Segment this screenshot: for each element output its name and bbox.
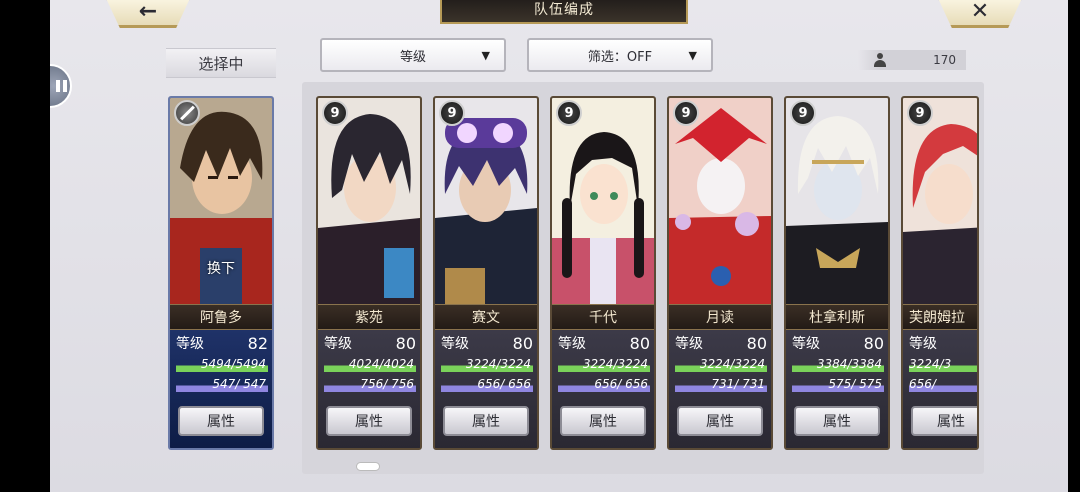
unit-name: 杜拿利斯 — [786, 304, 888, 330]
level-row: 等级 80 — [792, 332, 884, 354]
unit-card[interactable]: 9 千代 等级 80 3224/3224 656/ 656 属性 — [550, 96, 656, 450]
attribute-button[interactable]: 属性 — [326, 406, 412, 436]
unit-card[interactable]: 9 紫苑 等级 80 4024/4024 756/ 756 属性 — [316, 96, 422, 450]
level-label: 等级 — [441, 336, 469, 352]
level-label: 等级 — [324, 336, 352, 352]
back-button[interactable]: ← — [104, 0, 192, 28]
unit-name: 阿鲁多 — [170, 304, 272, 330]
unit-name: 赛文 — [435, 304, 537, 330]
hp-bar: 3224/3 — [909, 356, 977, 372]
unit-name: 千代 — [552, 304, 654, 330]
mp-bar: 575/ 575 — [792, 376, 884, 392]
attribute-button[interactable]: 属性 — [794, 406, 880, 436]
level-label: 等级 — [909, 336, 937, 352]
floating-assist-icon[interactable] — [50, 64, 72, 108]
unit-card[interactable]: 9 月读 等级 80 3224/3224 731/ 731 属性 — [667, 96, 773, 450]
unit-portrait — [903, 98, 977, 304]
rank-badge: 9 — [322, 100, 348, 126]
level-row: 等级 80 — [675, 332, 767, 354]
selecting-label: 选择中 — [166, 48, 276, 78]
horizontal-scrollbar[interactable] — [318, 464, 968, 470]
level-value: 80 — [863, 333, 884, 353]
mp-bar: 731/ 731 — [675, 376, 767, 392]
chevron-down-icon: ▼ — [481, 49, 490, 62]
level-row: 等级 82 — [176, 332, 268, 354]
chevron-down-icon: ▼ — [688, 49, 697, 62]
swap-label: 换下 — [207, 261, 235, 277]
team-formation-screen: ← 队伍编成 ✕ 选择中 等级 ▼ 筛选：OFF ▼ 170 换下 阿鲁多 等级… — [50, 0, 1068, 492]
level-value: 80 — [395, 333, 416, 353]
hp-bar: 5494/5494 — [176, 356, 268, 372]
unit-portrait — [786, 98, 888, 304]
level-row: 等级 80 — [558, 332, 650, 354]
mp-bar: 756/ 756 — [324, 376, 416, 392]
unit-card[interactable]: 9 杜拿利斯 等级 80 3384/3384 575/ 575 属性 — [784, 96, 890, 450]
sort-dropdown[interactable]: 等级 ▼ — [320, 38, 506, 72]
level-row: 等级 80 — [441, 332, 533, 354]
scrollbar-thumb[interactable] — [356, 462, 380, 471]
sort-dropdown-value: 等级 — [399, 49, 426, 65]
attribute-button[interactable]: 属性 — [178, 406, 264, 436]
sword-icon — [174, 100, 200, 126]
rank-badge: 9 — [556, 100, 582, 126]
unit-count-value: 170 — [933, 53, 956, 67]
close-button[interactable]: ✕ — [936, 0, 1024, 28]
unit-card[interactable]: 9 赛文 等级 80 3224/3224 656/ 656 属性 — [433, 96, 539, 450]
level-value: 80 — [512, 333, 533, 353]
page-title: 队伍编成 — [440, 0, 688, 24]
rank-badge: 9 — [790, 100, 816, 126]
rank-badge: 9 — [439, 100, 465, 126]
hp-bar: 3384/3384 — [792, 356, 884, 372]
attribute-button[interactable]: 属性 — [911, 406, 977, 436]
level-row: 等级 80 — [324, 332, 416, 354]
close-icon: ✕ — [970, 0, 990, 24]
filter-dropdown[interactable]: 筛选：OFF ▼ — [527, 38, 713, 72]
level-label: 等级 — [176, 336, 204, 352]
unit-portrait — [318, 98, 420, 304]
level-label: 等级 — [792, 336, 820, 352]
attribute-button[interactable]: 属性 — [560, 406, 646, 436]
mp-bar: 656/ — [909, 376, 977, 392]
level-row: 等级 — [909, 332, 977, 354]
mp-bar: 656/ 656 — [558, 376, 650, 392]
hp-bar: 3224/3224 — [558, 356, 650, 372]
unit-name: 芙朗姆拉 — [903, 304, 977, 330]
rank-badge: 9 — [673, 100, 699, 126]
unit-name: 月读 — [669, 304, 771, 330]
unit-portrait — [435, 98, 537, 304]
rank-badge: 9 — [907, 100, 933, 126]
level-value: 80 — [629, 333, 650, 353]
unit-portrait — [552, 98, 654, 304]
back-arrow-icon: ← — [138, 0, 158, 24]
person-icon — [874, 53, 886, 67]
level-label: 等级 — [675, 336, 703, 352]
unit-portrait — [669, 98, 771, 304]
level-value: 80 — [746, 333, 767, 353]
left-letterbox — [0, 0, 50, 492]
unit-card[interactable]: 9 芙朗姆拉 等级 3224/3 656/ 属性 — [901, 96, 979, 450]
hp-bar: 3224/3224 — [441, 356, 533, 372]
mp-bar: 547/ 547 — [176, 376, 268, 392]
unit-count: 170 — [858, 50, 966, 70]
selected-unit-card[interactable]: 换下 阿鲁多 等级 82 5494/5494 547/ 547 属性 — [168, 96, 274, 450]
right-letterbox — [1068, 0, 1080, 492]
attribute-button[interactable]: 属性 — [443, 406, 529, 436]
level-label: 等级 — [558, 336, 586, 352]
mp-bar: 656/ 656 — [441, 376, 533, 392]
hp-bar: 3224/3224 — [675, 356, 767, 372]
level-value: 82 — [247, 333, 268, 353]
filter-dropdown-value: 筛选：OFF — [587, 49, 653, 65]
title-watermark — [468, 22, 668, 34]
hp-bar: 4024/4024 — [324, 356, 416, 372]
unit-name: 紫苑 — [318, 304, 420, 330]
attribute-button[interactable]: 属性 — [677, 406, 763, 436]
